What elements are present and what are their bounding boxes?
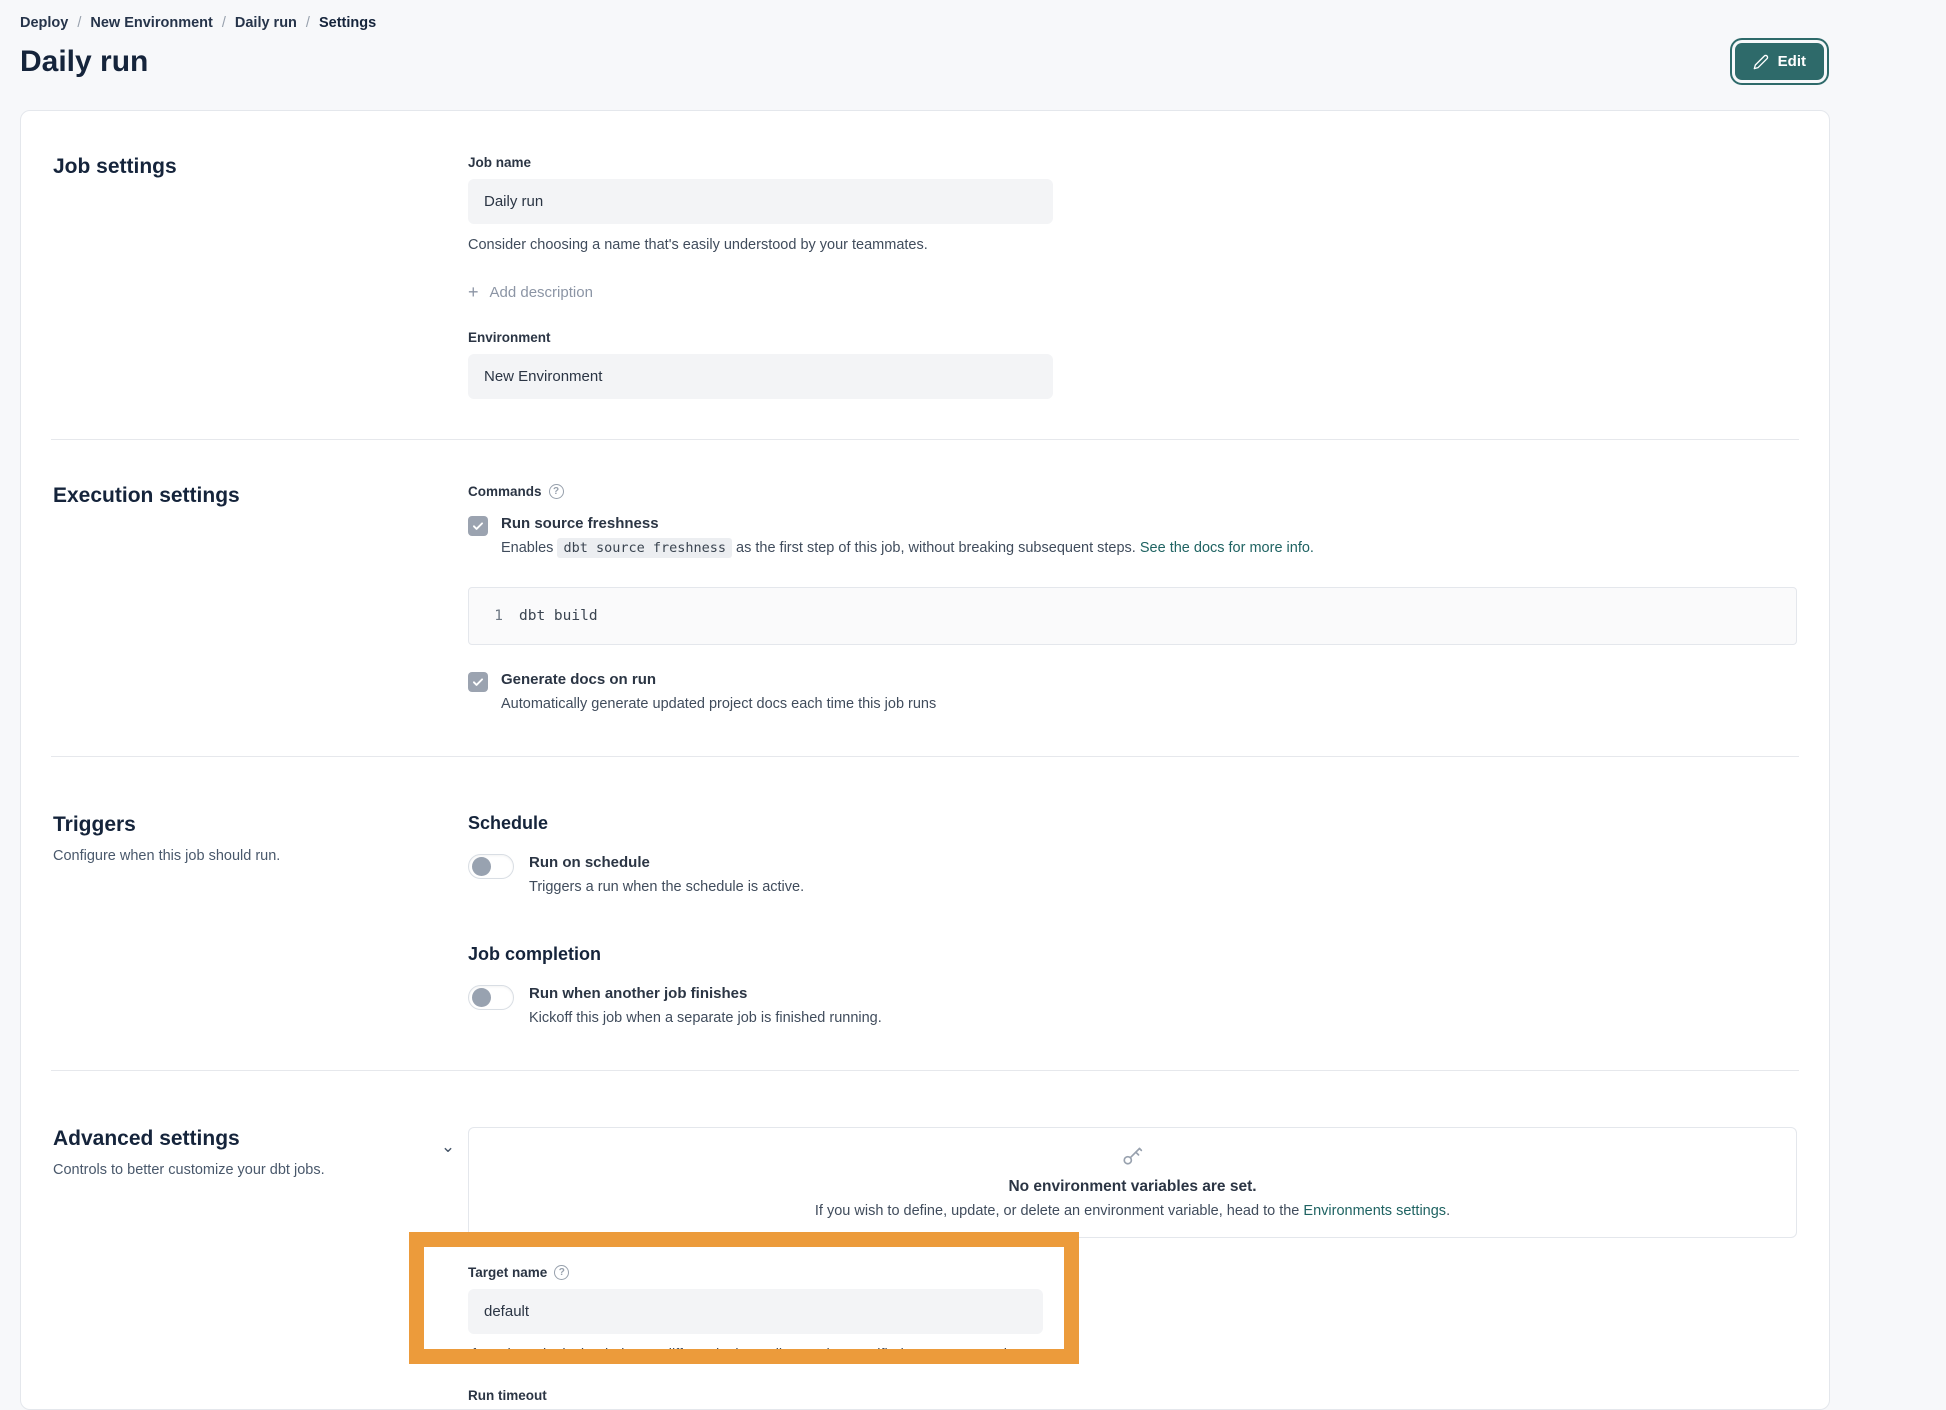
page-title: Daily run [20,45,148,79]
run-timeout-group: Run timeout Maximum number of seconds a … [468,1388,1797,1410]
run-timeout-label: Run timeout [468,1388,1797,1403]
generate-docs-row: Generate docs on run Automatically gener… [468,671,1797,716]
help-icon[interactable]: ? [549,484,564,499]
breadcrumb-environment[interactable]: New Environment [90,15,212,31]
environment-variables-box: No environment variables are set. If you… [468,1127,1797,1238]
generate-docs-label: Generate docs on run [501,671,936,688]
breadcrumb-separator: / [306,15,310,31]
environments-settings-link[interactable]: Environments settings [1303,1203,1446,1219]
pencil-icon [1753,54,1769,70]
breadcrumb-separator: / [77,15,81,31]
run-when-job-finishes-toggle[interactable] [468,985,514,1010]
run-source-freshness-description: Enables dbt source freshness as the firs… [501,538,1314,560]
run-on-schedule-toggle[interactable] [468,854,514,879]
env-vars-title: No environment variables are set. [489,1178,1776,1196]
run-when-job-finishes-description: Kickoff this job when a separate job is … [529,1008,882,1030]
run-on-schedule-label: Run on schedule [529,854,804,871]
edit-button-label: Edit [1778,53,1806,70]
run-when-job-finishes-row: Run when another job finishes Kickoff th… [468,985,1797,1030]
env-vars-message-prefix: If you wish to define, update, or delete… [815,1203,1299,1219]
page-header: Daily run Edit [20,43,1830,80]
add-description-button[interactable]: + Add description [468,283,593,301]
job-name-input[interactable] [468,179,1053,224]
job-name-helper: Consider choosing a name that's easily u… [468,235,1797,256]
breadcrumb-job[interactable]: Daily run [235,15,297,31]
toggle-knob [472,857,491,876]
plus-icon: + [468,283,479,301]
commands-code-editor[interactable]: 1 dbt build [468,587,1797,645]
toggle-knob [472,988,491,1007]
env-vars-message-suffix: . [1446,1203,1450,1219]
env-vars-message: If you wish to define, update, or delete… [489,1203,1776,1219]
environment-input[interactable] [468,354,1053,399]
job-settings-heading: Job settings [53,155,468,179]
environment-label: Environment [468,330,1797,345]
breadcrumb-separator: / [222,15,226,31]
settings-card: Job settings Job name Consider choosing … [20,110,1830,1410]
job-name-label: Job name [468,155,1797,170]
target-name-label: Target name [468,1265,547,1280]
generate-docs-description: Automatically generate updated project d… [501,694,936,716]
commands-label: Commands [468,484,542,499]
job-settings-section: Job settings Job name Consider choosing … [21,111,1829,439]
docs-link[interactable]: See the docs for more info. [1140,540,1314,556]
run-on-schedule-row: Run on schedule Triggers a run when the … [468,854,1797,899]
checkbox-checked-icon [471,519,485,533]
description-suffix: as the first step of this job, without b… [736,540,1136,556]
advanced-settings-subheading: Controls to better customize your dbt jo… [53,1162,428,1178]
schedule-heading: Schedule [468,813,1797,834]
target-name-input[interactable] [468,1289,1043,1334]
advanced-settings-heading: Advanced settings [53,1127,428,1151]
target-name-label-row: Target name ? [468,1265,1064,1280]
command-text: dbt build [519,608,598,624]
advanced-settings-section: Advanced settings Controls to better cus… [21,1071,1829,1410]
target-name-highlight-overlay: Target name ? If you have logic that beh… [409,1232,1079,1364]
add-description-label: Add description [490,284,593,301]
job-completion-heading: Job completion [468,944,1797,965]
generate-docs-checkbox[interactable] [468,672,488,692]
run-on-schedule-description: Triggers a run when the schedule is acti… [529,877,804,899]
breadcrumb: Deploy / New Environment / Daily run / S… [20,0,1830,31]
breadcrumb-settings: Settings [319,15,376,31]
run-source-freshness-row: Run source freshness Enables dbt source … [468,515,1797,560]
commands-label-row: Commands ? [468,484,1797,499]
run-source-freshness-checkbox[interactable] [468,516,488,536]
breadcrumb-deploy[interactable]: Deploy [20,15,68,31]
line-number: 1 [469,608,519,624]
description-prefix: Enables [501,540,553,556]
key-icon [1120,1143,1145,1168]
target-name-helper: If you have logic that behaves different… [468,1345,1050,1349]
execution-settings-heading: Execution settings [53,484,468,508]
triggers-heading: Triggers [53,813,468,837]
checkbox-checked-icon [471,675,485,689]
edit-button[interactable]: Edit [1735,43,1824,80]
triggers-section: Triggers Configure when this job should … [21,757,1829,1071]
run-when-job-finishes-label: Run when another job finishes [529,985,882,1002]
run-source-freshness-label: Run source freshness [501,515,1314,532]
inline-code-chip: dbt source freshness [557,538,732,558]
help-icon[interactable]: ? [554,1265,569,1280]
execution-settings-section: Execution settings Commands ? Run source… [21,440,1829,756]
triggers-subheading: Configure when this job should run. [53,848,468,864]
